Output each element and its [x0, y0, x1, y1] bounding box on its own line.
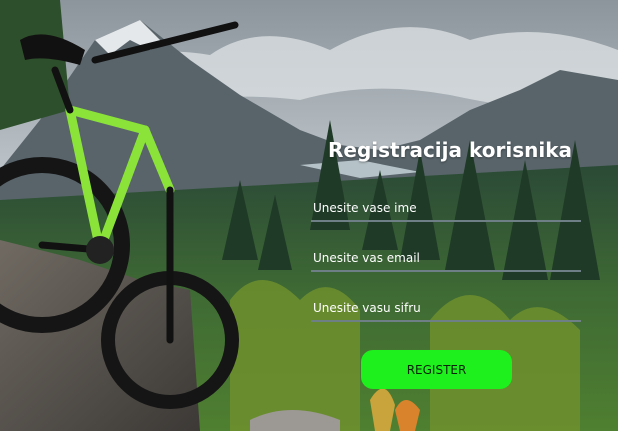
- form-title: Registracija korisnika: [327, 138, 572, 162]
- email-field[interactable]: [311, 246, 581, 272]
- register-button[interactable]: REGISTER: [361, 350, 512, 389]
- password-field[interactable]: [311, 296, 581, 322]
- name-field[interactable]: [311, 196, 581, 222]
